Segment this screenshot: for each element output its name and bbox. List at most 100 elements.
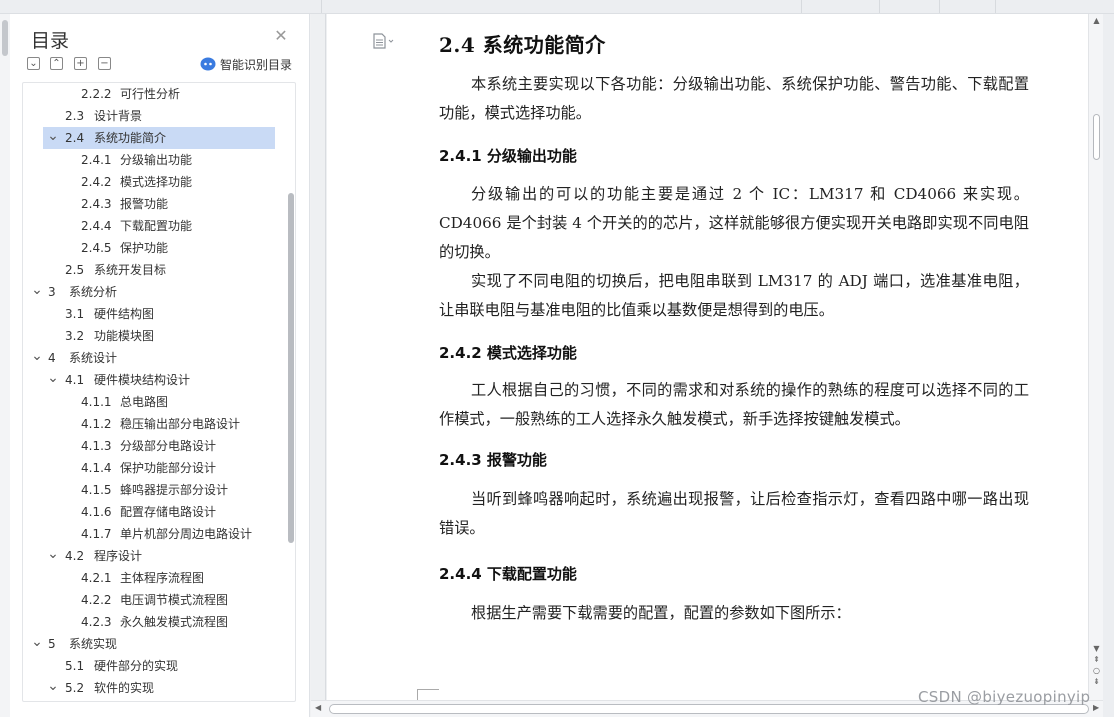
smart-toc-label: 智能识别目录 bbox=[220, 57, 293, 72]
window-right-edge bbox=[1103, 14, 1114, 717]
watermark: CSDN @biyezuopinyip bbox=[918, 688, 1091, 706]
toc-item-4-1-7[interactable]: 4.1.7 单片机部分周边电路设计 bbox=[23, 523, 285, 545]
toc-item-label: 设计背景 bbox=[94, 109, 143, 123]
toc-item-5-1[interactable]: 5.1 硬件部分的实现 bbox=[23, 655, 285, 677]
toc-title: 目录 bbox=[31, 30, 70, 52]
toc-item-2-4[interactable]: ⌄ 2.4 系统功能简介 bbox=[43, 127, 275, 149]
toc-item-number: 4.1 bbox=[65, 373, 85, 387]
subsection-heading-2-4-4: 2.4.4 下载配置功能 bbox=[439, 565, 577, 583]
toc-item-number: 2.4.2 bbox=[81, 175, 112, 189]
scroll-left-icon[interactable]: ◀ bbox=[315, 703, 321, 712]
chevron-down-icon[interactable]: ⌄ bbox=[31, 633, 43, 651]
toc-item-4-2[interactable]: ⌄ 4.2 程序设计 bbox=[23, 545, 285, 567]
toc-item-4-1-5[interactable]: 4.1.5 蜂鸣器提示部分设计 bbox=[23, 479, 285, 501]
paragraph-2-4-1-a: 分级输出的可以的功能主要是通过 2 个 IC：LM317 和 CD4066 来实… bbox=[439, 185, 1029, 261]
toc-item-number: 2.4.4 bbox=[81, 219, 112, 233]
toc-item-number: 3.1 bbox=[65, 307, 85, 321]
chevron-down-icon[interactable]: ⌄ bbox=[47, 127, 59, 145]
outer-scrollbar-thumb[interactable] bbox=[2, 20, 8, 56]
toc-item-number: 2.4.3 bbox=[81, 197, 112, 211]
toc-item-label: 硬件模块结构设计 bbox=[94, 373, 191, 387]
toc-item-label: 主体程序流程图 bbox=[120, 571, 205, 585]
document-divider bbox=[325, 14, 326, 700]
paragraph-2-4-4: 根据生产需要下载需要的配置，配置的参数如下图所示： bbox=[471, 604, 851, 622]
toc-item-label: 总电路图 bbox=[120, 395, 169, 409]
page-corner-mark bbox=[417, 689, 439, 700]
close-icon[interactable]: ✕ bbox=[272, 27, 290, 45]
toc-item-4-1-2[interactable]: 4.1.2 稳压输出部分电路设计 bbox=[23, 413, 285, 435]
toc-item-4-1-6[interactable]: 4.1.6 配置存储电路设计 bbox=[23, 501, 285, 523]
chevron-down-icon[interactable]: ⌄ bbox=[47, 545, 59, 563]
toc-item-label: 分级部分电路设计 bbox=[120, 439, 217, 453]
toc-item-4-1[interactable]: ⌄ 4.1 硬件模块结构设计 bbox=[23, 369, 285, 391]
minus-icon[interactable]: − bbox=[98, 57, 111, 70]
toc-item-2-4-2[interactable]: 2.4.2 模式选择功能 bbox=[23, 171, 285, 193]
vertical-scrollbar-thumb[interactable] bbox=[1093, 114, 1100, 160]
subsection-heading-2-4-2: 2.4.2 模式选择功能 bbox=[439, 344, 577, 362]
toc-item-label: 永久触发模式流程图 bbox=[120, 615, 229, 629]
toc-item-number: 4.1.6 bbox=[81, 505, 112, 519]
toc-item-3-2[interactable]: 3.2 功能模块图 bbox=[23, 325, 285, 347]
smart-toc-button[interactable]: 智能识别目录 bbox=[200, 56, 292, 72]
toc-item-number: 4.1.7 bbox=[81, 527, 112, 541]
expand-up-icon[interactable]: ⌃ bbox=[50, 57, 63, 70]
toc-item-number: 4.1.2 bbox=[81, 417, 112, 431]
toc-item-number: 4 bbox=[48, 351, 56, 365]
vertical-scrollbar[interactable]: ▲ ▼ ⇞ ○ ⇟ bbox=[1088, 14, 1103, 700]
toc-item-label: 程序设计 bbox=[94, 549, 143, 563]
toc-item-2-4-5[interactable]: 2.4.5 保护功能 bbox=[23, 237, 285, 259]
toc-item-number: 5 bbox=[48, 637, 56, 651]
toc-item-3-1[interactable]: 3.1 硬件结构图 bbox=[23, 303, 285, 325]
toc-item-4-2-1[interactable]: 4.2.1 主体程序流程图 bbox=[23, 567, 285, 589]
toc-item-label: 硬件结构图 bbox=[94, 307, 155, 321]
paragraph-2-4-1-b: 实现了不同电阻的切换后，把电阻串联到 LM317 的 ADJ 端口，选准基准电阻… bbox=[439, 272, 1029, 319]
scroll-right-icon[interactable]: ▶ bbox=[1093, 703, 1099, 712]
toc-panel: 目录 ✕ ⌄ ⌃ + − 智能识别目录 2.2.2 可行性分析 2.3 设计背景 ⌄ 2.… bbox=[10, 14, 310, 717]
document-icon[interactable] bbox=[372, 32, 394, 50]
toolbar-segment bbox=[322, 0, 802, 13]
toc-item-2-2-2[interactable]: 2.2.2 可行性分析 bbox=[23, 83, 285, 105]
chevron-down-icon[interactable]: ⌄ bbox=[47, 677, 59, 695]
ai-assistant-icon bbox=[200, 57, 216, 71]
page-dot-icon[interactable]: ○ bbox=[1091, 666, 1102, 676]
scroll-down-icon[interactable]: ▼ bbox=[1091, 644, 1102, 654]
toc-scrollbar-thumb[interactable] bbox=[288, 193, 294, 543]
prev-page-icon[interactable]: ⇞ bbox=[1091, 655, 1102, 665]
scroll-up-icon[interactable]: ▲ bbox=[1091, 16, 1102, 26]
toc-item-2-4-4[interactable]: 2.4.4 下载配置功能 bbox=[23, 215, 285, 237]
toc-item-number: 4.1.4 bbox=[81, 461, 112, 475]
toc-item-4-2-2[interactable]: 4.2.2 电压调节模式流程图 bbox=[23, 589, 285, 611]
toc-item-2-5[interactable]: 2.5 系统开发目标 bbox=[23, 259, 285, 281]
toc-item-2-4-3[interactable]: 2.4.3 报警功能 bbox=[23, 193, 285, 215]
paragraph-2-4-2: 工人根据自己的习惯，不同的需求和对系统的操作的熟练的程度可以选择不同的工作模式，… bbox=[439, 381, 1029, 428]
chevron-down-icon[interactable]: ⌄ bbox=[31, 347, 43, 365]
toc-item-4-2-3[interactable]: 4.2.3 永久触发模式流程图 bbox=[23, 611, 285, 633]
toc-item-2-3[interactable]: 2.3 设计背景 bbox=[23, 105, 285, 127]
toc-item-4-1-1[interactable]: 4.1.1 总电路图 bbox=[23, 391, 285, 413]
toc-item-5[interactable]: ⌄ 5 系统实现 bbox=[23, 633, 285, 655]
toc-item-number: 4.2.1 bbox=[81, 571, 112, 585]
collapse-all-icon[interactable]: ⌄ bbox=[27, 57, 40, 70]
toc-item-3[interactable]: ⌄ 3 系统分析 bbox=[23, 281, 285, 303]
intro-paragraph: 本系统主要实现以下各功能：分级输出功能、系统保护功能、警告功能、下载配置功能，模… bbox=[439, 75, 1029, 122]
toolbar-segment bbox=[802, 0, 880, 13]
outer-scrollbar[interactable] bbox=[0, 14, 10, 717]
plus-icon[interactable]: + bbox=[74, 57, 87, 70]
toc-item-number: 2.5 bbox=[65, 263, 85, 277]
toc-item-4[interactable]: ⌄ 4 系统设计 bbox=[23, 347, 285, 369]
toc-item-2-4-1[interactable]: 2.4.1 分级输出功能 bbox=[23, 149, 285, 171]
toc-item-number: 5.2 bbox=[65, 681, 85, 695]
toc-item-label: 可行性分析 bbox=[120, 87, 181, 101]
toc-item-number: 3.2 bbox=[65, 329, 85, 343]
toc-item-number: 2.4.1 bbox=[81, 153, 112, 167]
chevron-down-icon[interactable]: ⌄ bbox=[47, 369, 59, 387]
toc-item-label: 单片机部分周边电路设计 bbox=[120, 527, 253, 541]
toc-item-4-1-3[interactable]: 4.1.3 分级部分电路设计 bbox=[23, 435, 285, 457]
toc-item-label: 系统分析 bbox=[69, 285, 118, 299]
toc-item-label: 系统设计 bbox=[69, 351, 118, 365]
toc-item-4-1-4[interactable]: 4.1.4 保护功能部分设计 bbox=[23, 457, 285, 479]
subsection-heading-2-4-1: 2.4.1 分级输出功能 bbox=[439, 147, 577, 165]
next-page-icon[interactable]: ⇟ bbox=[1091, 677, 1102, 687]
chevron-down-icon[interactable]: ⌄ bbox=[31, 281, 43, 299]
toc-item-5-2[interactable]: ⌄ 5.2 软件的实现 bbox=[23, 677, 285, 699]
